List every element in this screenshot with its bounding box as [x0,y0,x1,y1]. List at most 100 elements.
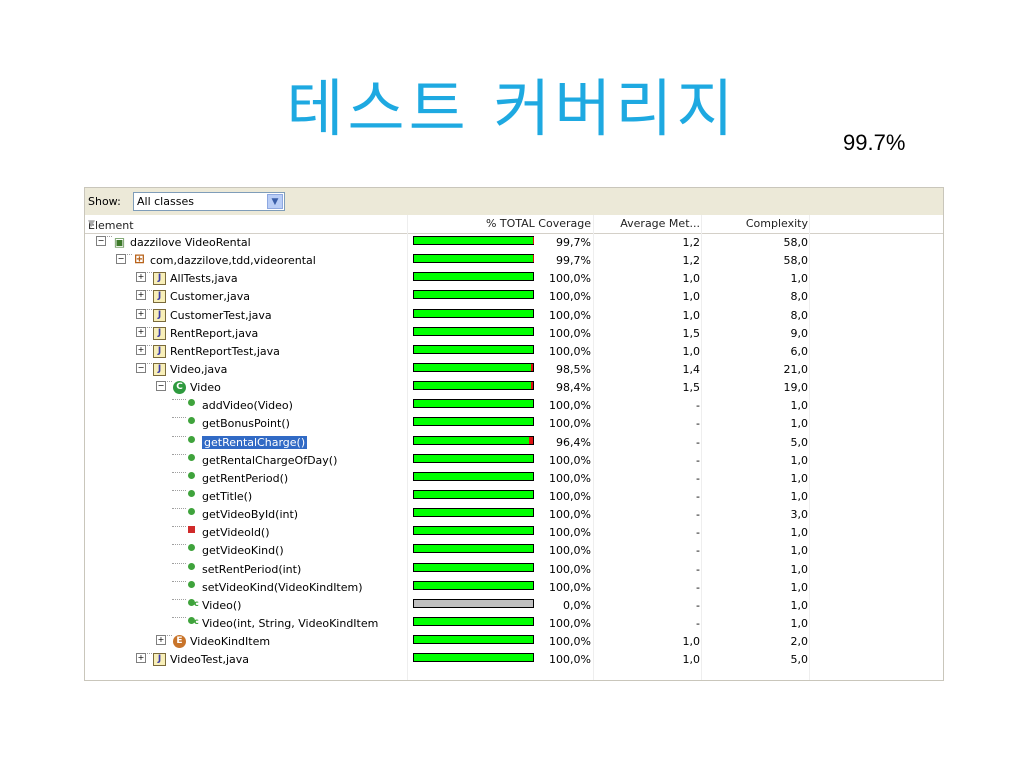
table-row[interactable]: getTitle() 100,0% - 1,0 [85,488,943,506]
public-method-icon [188,471,195,479]
element-name[interactable]: RentReport,java [170,327,258,340]
element-name[interactable]: setVideoKind(VideoKindItem) [202,581,363,594]
complexity-value: 5,0 [790,435,809,449]
element-name[interactable]: getVideold() [202,526,270,539]
column-header-coverage[interactable]: % TOTAL Coverage [486,217,591,230]
collapse-icon[interactable]: − [136,362,146,373]
collapse-icon[interactable]: − [156,381,166,392]
table-row[interactable]: getBonusPoint() 100,0% - 1,0 [85,415,943,433]
table-row[interactable]: getRentPeriod() 100,0% - 1,0 [85,470,943,488]
expand-icon[interactable]: + [136,272,146,283]
tree-connector [147,362,152,364]
tree-connector [172,580,186,582]
element-name[interactable]: VideoTest,java [170,653,249,666]
table-row[interactable]: getVideoKind() 100,0% - 1,0 [85,542,943,560]
element-name[interactable]: getVideoById(int) [202,508,298,521]
average-value: 1,5 [682,381,701,395]
element-name[interactable]: setRentPeriod(int) [202,563,301,576]
element-name[interactable]: CustomerTest,java [170,309,272,322]
average-value: - [696,580,700,594]
expand-icon[interactable]: + [136,344,146,355]
table-row[interactable]: + J AllTests,java 100,0% 1,0 1,0 [85,270,943,288]
table-row[interactable]: − ▣ dazzilove VideoRental 99,7% 1,2 58,0 [85,234,943,252]
column-header-average[interactable]: Average Met... [620,217,700,230]
average-value: 1,0 [682,653,701,667]
table-row[interactable]: addVideo(Video) 100,0% - 1,0 [85,397,943,415]
element-name[interactable]: RentReportTest,java [170,345,280,358]
element-name[interactable]: addVideo(Video) [202,399,293,412]
element-name[interactable]: getTitle() [202,490,252,503]
expand-icon[interactable]: + [156,635,166,646]
element-name[interactable]: VideoKindItem [190,635,270,648]
table-row[interactable]: setVideoKind(VideoKindItem) 100,0% - 1,0 [85,579,943,597]
complexity-value: 2,0 [790,635,809,649]
table-row[interactable]: + J Customer,java 100,0% 1,0 8,0 [85,288,943,306]
element-name[interactable]: Video,java [170,363,227,376]
average-value: - [696,562,700,576]
complexity-value: 1,0 [790,399,809,413]
class-icon: C [173,381,186,395]
table-row[interactable]: getRentalCharge() 96,4% - 5,0 [85,434,943,452]
coverage-bar [413,544,534,554]
element-name[interactable]: Video(int, String, VideoKindItem [202,617,378,630]
element-name[interactable]: AllTests,java [170,272,238,285]
public-method-icon [188,489,195,497]
element-name[interactable]: getRentalCharge() [202,435,308,449]
collapse-icon[interactable]: − [116,254,126,265]
table-row[interactable]: + J RentReportTest,java 100,0% 1,0 6,0 [85,343,943,361]
table-row[interactable]: + E VideoKindItem 100,0% 1,0 2,0 [85,633,943,651]
tree-connector [147,326,152,328]
element-name[interactable]: getBonusPoint() [202,417,290,430]
element-name[interactable]: dazzilove VideoRental [130,236,251,249]
coverage-bar [413,435,534,445]
table-row[interactable]: setRentPeriod(int) 100,0% - 1,0 [85,561,943,579]
table-row[interactable]: getRentalChargeOfDay() 100,0% - 1,0 [85,452,943,470]
chevron-down-icon[interactable]: ▼ [267,194,283,209]
table-row[interactable]: − J Video,java 98,5% 1,4 21,0 [85,361,943,379]
table-row[interactable]: getVideoById(int) 100,0% - 3,0 [85,506,943,524]
coverage-value: 100,0% [549,399,591,413]
table-row[interactable]: + J RentReport,java 100,0% 1,5 9,0 [85,325,943,343]
tree-connector [172,544,186,546]
table-row[interactable]: − ⊞ com,dazzilove,tdd,videorental 99,7% 1,2 5… [85,252,943,270]
table-row[interactable]: + J VideoTest,java 100,0% 1,0 5,0 [85,651,943,669]
package-icon: ⊞ [134,252,145,268]
complexity-value: 8,0 [790,290,809,304]
average-value: 1,0 [682,344,701,358]
coverage-bar [413,381,534,391]
expand-icon[interactable]: + [136,290,146,301]
column-header-complexity[interactable]: Complexity [746,217,808,230]
collapse-icon[interactable]: − [96,236,106,246]
table-row[interactable]: c Video(int, String, VideoKindItem 100,0% -… [85,615,943,633]
table-row[interactable]: getVideold() 100,0% - 1,0 [85,524,943,542]
element-name[interactable]: Video() [202,599,241,612]
element-name[interactable]: Customer,java [170,290,250,303]
expand-icon[interactable]: + [136,308,146,319]
table-row[interactable]: c Video() 0,0% -1,0 [85,597,943,615]
tree-connector [147,344,152,346]
public-method-icon [188,453,195,461]
element-name[interactable]: Video [190,381,221,394]
coverage-bar [413,635,534,645]
public-method-icon [188,580,195,588]
tree-connector [147,308,152,310]
complexity-value: 1,0 [790,562,809,576]
element-name[interactable]: com,dazzilove,tdd,videorental [150,254,316,267]
tree-connector [172,598,186,600]
tree-connector [172,453,186,455]
coverage-value: 99,7% [556,254,591,268]
element-name[interactable]: getRentalChargeOfDay() [202,454,337,467]
tree-connector [107,236,112,237]
table-row[interactable]: + J CustomerTest,java 100,0% 1,0 8,0 [85,307,943,325]
expand-icon[interactable]: + [136,326,146,337]
table-row[interactable]: − C Video 98,4% 1,5 19,0 [85,379,943,397]
tree-connector [147,272,152,274]
coverage-value: 100,0% [549,580,591,594]
complexity-value: 1,0 [790,580,809,594]
element-name[interactable]: getVideoKind() [202,544,284,557]
java-file-icon: J [153,362,166,376]
coverage-value: 96,4% [556,435,591,449]
element-name[interactable]: getRentPeriod() [202,472,288,485]
expand-icon[interactable]: + [136,653,146,664]
show-select[interactable]: All classes ▼ [133,192,285,211]
